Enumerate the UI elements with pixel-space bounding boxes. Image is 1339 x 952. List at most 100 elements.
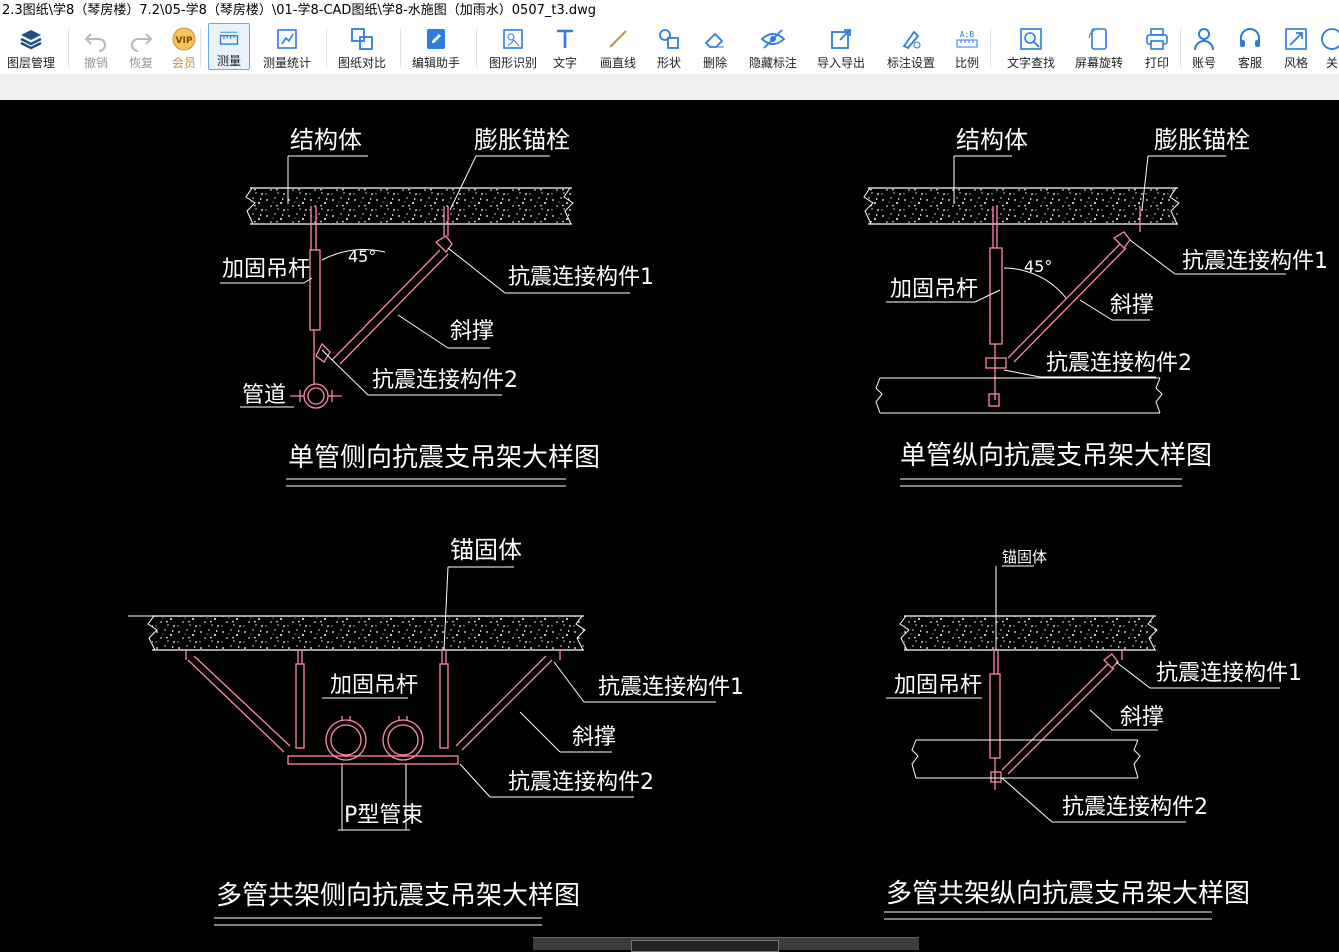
toolbar-separator	[476, 28, 477, 68]
toolbar-button-label: 图形识别	[488, 56, 537, 70]
toolbar-button-headset[interactable]: 客服	[1234, 22, 1266, 72]
toolbar-button-printer[interactable]: 打印	[1140, 22, 1174, 72]
toolbar-button-label: 编辑助手	[411, 56, 460, 70]
measure-stats-icon	[277, 29, 297, 49]
label-connector-1: 抗震连接构件1	[598, 675, 744, 700]
toolbar-button-label: 隐藏标注	[748, 56, 797, 70]
svg-text:VIP: VIP	[176, 36, 193, 46]
label-reinforced-rod: 加固吊杆	[894, 673, 982, 698]
label-pipe: 管道	[242, 383, 286, 408]
label-reinforced-rod: 加固吊杆	[890, 277, 978, 302]
headset-icon	[1240, 28, 1260, 47]
toolbar-button-scale[interactable]: A:B 比例	[950, 22, 984, 72]
diagram-multi-pipe-lateral: 锚固体 加固吊杆 抗震连接构件1 斜撑 抗震连接构件2 P型管束 多管共架侧向抗…	[128, 536, 744, 926]
label-reinforced-rod: 加固吊杆	[222, 257, 310, 282]
toolbar-button-hide-eye[interactable]: 隐藏标注	[744, 22, 802, 72]
svg-text:A:B: A:B	[960, 30, 975, 39]
toolbar-button-label: 风格	[1283, 56, 1308, 70]
concrete-slab	[868, 188, 1178, 224]
toolbar-button-line[interactable]: 画直线	[596, 22, 640, 72]
toolbar-button-account[interactable]: 账号	[1188, 22, 1220, 72]
label-structure: 结构体	[290, 126, 362, 154]
toolbar-button-text[interactable]: 文字	[548, 22, 582, 72]
about-icon	[1321, 28, 1339, 50]
toolbar-button-compare[interactable]: 图纸对比	[334, 22, 390, 72]
toolbar-button-text-search[interactable]: 文字查找	[1002, 22, 1060, 72]
line-icon	[609, 30, 627, 48]
toolbar-button-shape[interactable]: 形状	[652, 22, 686, 72]
concrete-slab	[904, 616, 1156, 650]
title-multi-lateral: 多管共架侧向抗震支吊架大样图	[216, 881, 580, 911]
title-single-longitudinal: 单管纵向抗震支吊架大样图	[900, 441, 1212, 471]
toolbar-button-annotation-settings[interactable]: 标注设置	[882, 22, 940, 72]
layers-icon	[20, 30, 42, 50]
label-anchor-bolt: 膨胀锚栓	[474, 126, 570, 154]
toolbar-button-label: 客服	[1237, 56, 1262, 70]
toolbar-button-label: 测量	[216, 54, 241, 68]
text-search-icon	[1020, 28, 1042, 50]
label-angle: 45°	[348, 247, 376, 266]
compare-icon	[351, 28, 373, 50]
tab-strip	[0, 74, 1339, 101]
toolbar-button-label: 屏幕旋转	[1074, 56, 1123, 70]
label-connector-1: 抗震连接构件1	[1156, 661, 1302, 686]
label-connector-2: 抗震连接构件2	[508, 770, 654, 795]
label-brace: 斜撑	[1120, 705, 1164, 730]
toolbar-button-label: 画直线	[599, 56, 636, 70]
toolbar-button-label: 会员	[171, 56, 196, 70]
toolbar-button-vip[interactable]: VIP 会员	[168, 22, 200, 72]
import-export-icon	[831, 29, 851, 49]
toolbar-button-rotate-screen[interactable]: 屏幕旋转	[1070, 22, 1128, 72]
toolbar-button-import-export[interactable]: 导入导出	[812, 22, 870, 72]
toolbar-button-edit-assistant[interactable]: 编辑助手	[408, 22, 464, 72]
label-reinforced-rod: 加固吊杆	[330, 673, 418, 698]
hide-eye-icon	[760, 29, 786, 49]
label-connector-1: 抗震连接构件1	[1182, 249, 1328, 274]
main-toolbar: 图层管理 撤销 恢复 VIP 会员 测量 测量统计 图纸对比 编辑助手 图形识别 文字 画直线 形状 删除…	[0, 22, 1339, 74]
text-icon	[557, 29, 573, 48]
toolbar-separator	[400, 28, 401, 68]
toolbar-button-redo[interactable]: 恢复	[125, 22, 157, 72]
toolbar-button-measure[interactable]: 测量	[208, 23, 250, 70]
toolbar-button-about[interactable]: 关	[1321, 22, 1339, 72]
label-connector-1: 抗震连接构件1	[508, 265, 654, 290]
floating-taskbar-stub	[533, 937, 919, 952]
toolbar-button-label: 测量统计	[262, 56, 311, 70]
label-angle: 45°	[1024, 257, 1052, 276]
scale-icon: A:B	[956, 30, 978, 48]
edit-assistant-icon	[427, 29, 445, 49]
label-connector-2: 抗震连接构件2	[1062, 795, 1208, 820]
style-icon	[1285, 28, 1307, 50]
printer-icon	[1146, 28, 1168, 50]
toolbar-button-label: 图纸对比	[337, 56, 386, 70]
toolbar-button-eraser[interactable]: 删除	[698, 22, 732, 72]
shape-recognition-icon	[503, 29, 523, 49]
label-p-clamp: P型管束	[344, 803, 423, 828]
toolbar-button-label: 图层管理	[6, 56, 55, 70]
label-brace: 斜撑	[450, 319, 494, 344]
label-anchor: 锚固体	[1002, 548, 1047, 566]
toolbar-button-label: 文字查找	[1006, 56, 1055, 70]
window-title: 2.3图纸\学8（琴房楼）7.2\05-学8（琴房楼）\01-学8-CAD图纸\…	[0, 0, 1339, 22]
annotation-settings-icon	[902, 30, 921, 50]
toolbar-button-label: 文字	[552, 56, 577, 70]
drawing-canvas[interactable]: 结构体 膨胀锚栓 加固吊杆 45° 抗震连接构件1 斜撑 抗震连接构件2 管道 …	[0, 100, 1339, 949]
label-brace: 斜撑	[1110, 293, 1154, 318]
measure-icon	[219, 31, 239, 45]
diagram-multi-pipe-longitudinal: 锚固体 抗震连接构件1 加固吊杆 斜撑 抗震连接构件2 多管共架纵向抗震支吊架大…	[884, 548, 1302, 920]
toolbar-button-label: 账号	[1191, 56, 1216, 70]
redo-icon	[131, 33, 153, 52]
cad-drawing[interactable]: 结构体 膨胀锚栓 加固吊杆 45° 抗震连接构件1 斜撑 抗震连接构件2 管道 …	[0, 100, 1339, 949]
undo-icon	[84, 33, 106, 52]
toolbar-button-layers[interactable]: 图层管理	[6, 22, 56, 72]
toolbar-button-style[interactable]: 风格	[1280, 22, 1312, 72]
rotate-screen-icon	[1088, 28, 1107, 50]
concrete-slab	[250, 188, 572, 224]
toolbar-button-label: 恢复	[128, 56, 153, 70]
toolbar-button-label: 比例	[954, 56, 979, 70]
label-structure: 结构体	[956, 126, 1028, 154]
toolbar-button-undo[interactable]: 撤销	[80, 22, 112, 72]
toolbar-button-shape-recognition[interactable]: 图形识别	[484, 22, 542, 72]
toolbar-button-measure-stats[interactable]: 测量统计	[256, 22, 318, 72]
taskbar-box	[631, 940, 779, 952]
